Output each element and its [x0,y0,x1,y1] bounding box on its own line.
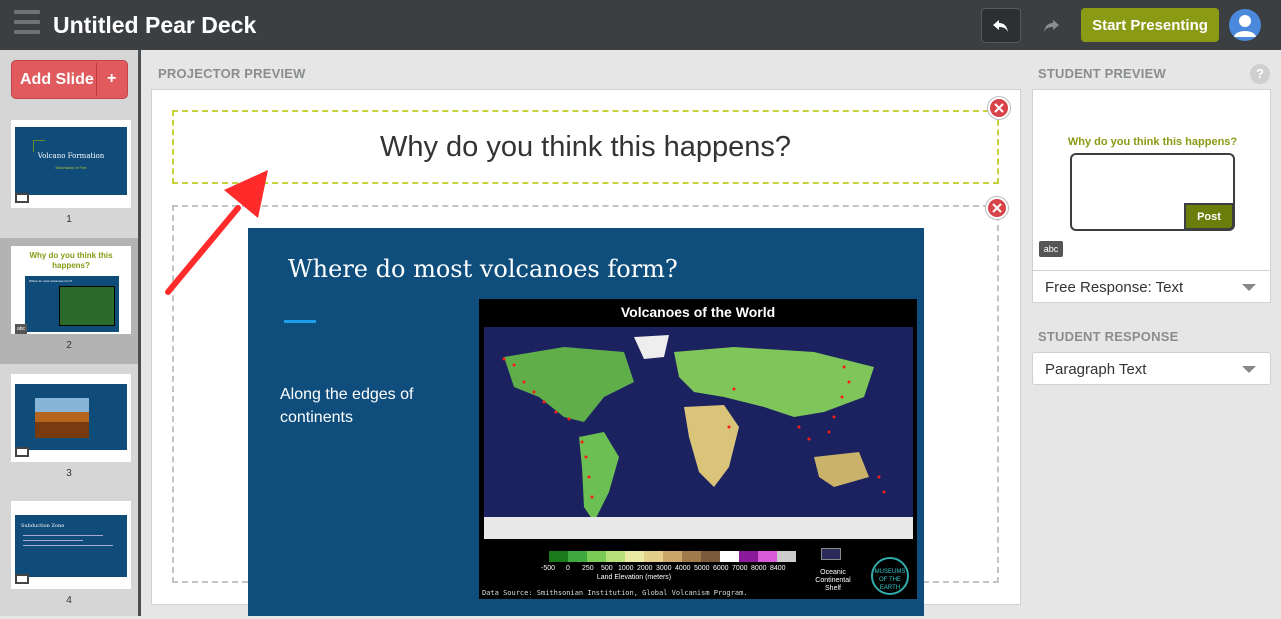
undo-button[interactable] [981,8,1021,43]
legend-tick: 1000 [618,565,634,572]
thumb-number: 1 [66,214,72,225]
volcano-map: Volcanoes of the World -500 0 250 500 10… [479,299,917,599]
annotation-arrow-icon [165,170,268,295]
thumb-2-title: Why do you think this happens? [29,251,113,270]
plus-icon: + [107,70,117,87]
legend-label: Land Elevation (meters) [596,574,672,581]
legend-tick: 5000 [694,565,710,572]
help-icon[interactable]: ? [1250,64,1270,84]
question-type-value: Free Response: Text [1045,279,1184,296]
text-response-icon: abc [1039,241,1063,257]
legend-tick: 8000 [751,565,767,572]
thumb-number: 4 [66,595,72,606]
post-button[interactable]: Post [1184,203,1234,230]
redo-button[interactable] [1031,8,1071,43]
remove-image-button[interactable] [986,197,1008,219]
slide-thumbnail-4[interactable]: Subduction Zone 4 [0,493,138,619]
projector-preview-heading: PROJECTOR PREVIEW [158,66,306,81]
student-preview-heading: STUDENT PREVIEW [1038,66,1166,81]
redo-icon [1044,19,1059,32]
slide-thumbnail-1[interactable]: Volcano Formation Mountains of Fire 1 [0,112,138,238]
legend-tick: 500 [601,565,613,572]
chevron-down-icon [1242,366,1256,373]
close-icon [994,103,1004,113]
legend-tick: 4000 [675,565,691,572]
response-type-dropdown[interactable]: Paragraph Text [1032,352,1271,385]
slide-thumbnail-3[interactable]: 3 [0,366,138,492]
response-type-value: Paragraph Text [1045,361,1147,378]
student-question: Why do you think this happens? [1067,136,1238,148]
add-slide-button[interactable]: Add Slide + [11,60,128,99]
hamburger-menu-icon[interactable] [14,10,40,36]
user-avatar[interactable] [1229,9,1261,41]
ocean-legend-label: Oceanic Continental Shelf [815,569,851,592]
undo-icon [993,19,1008,32]
thumb-number: 2 [66,340,72,351]
museum-logo: MUSEUMS OF THE EARTH [871,557,909,595]
map-data-source: Data Source: Smithsonian Institution, Gl… [482,589,748,597]
legend-tick: 250 [582,565,594,572]
legend-tick: 3000 [656,565,672,572]
close-icon [992,203,1002,213]
thumb-1-subtitle: Mountains of Fire [55,165,87,170]
question-type-dropdown[interactable]: Free Response: Text [1032,270,1271,303]
slide-image: Where do most volcanoes form? Along the … [248,228,924,616]
deck-title[interactable]: Untitled Pear Deck [53,10,256,40]
slide-type-icon [15,447,29,457]
start-presenting-button[interactable]: Start Presenting [1081,8,1219,42]
slide-thumbnail-2[interactable]: Why do you think this happens? Where do … [0,238,138,364]
thumb-number: 3 [66,468,72,479]
legend-tick: 6000 [713,565,729,572]
legend-tick: 0 [566,565,570,572]
slide-type-icon [15,574,29,584]
chevron-down-icon [1242,284,1256,291]
legend-tick: 7000 [732,565,748,572]
add-slide-label: Add Slide [20,71,94,88]
legend-tick: -500 [541,565,556,572]
student-response-heading: STUDENT RESPONSE [1038,329,1179,344]
legend-tick: 2000 [637,565,653,572]
thumb-1-title: Volcano Formation [37,152,105,160]
slide-bullet-text: Along the edges of continents [280,386,414,426]
map-title: Volcanoes of the World [620,304,776,320]
remove-question-button[interactable] [988,97,1010,119]
slide-title: Where do most volcanoes form? [288,255,678,283]
world-map-image [484,327,913,539]
slide-type-icon [15,193,29,203]
question-text-box[interactable]: Why do you think this happens? [172,110,999,184]
thumb-4-title: Subduction Zone [21,523,65,529]
thumb-2-subtitle: Where do most volcanoes form? [29,279,73,283]
slide-accent-line [284,320,316,323]
legend-tick: 8400 [770,565,786,572]
